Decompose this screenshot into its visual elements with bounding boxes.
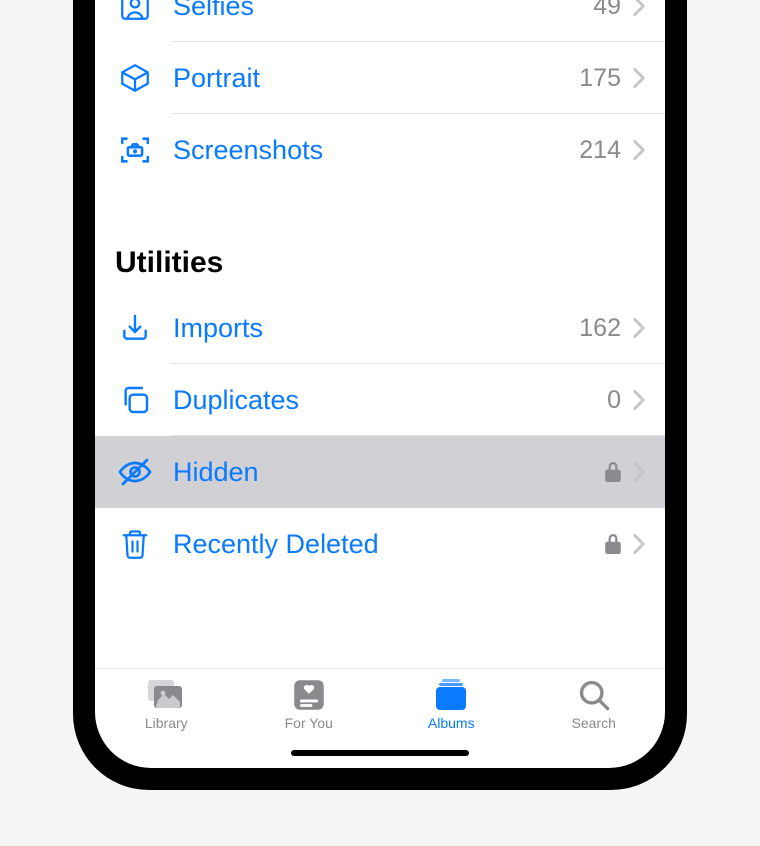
screen: Selfies 49 Portrait 175 — [95, 0, 665, 768]
tab-label: Search — [572, 715, 616, 731]
chevron-right-icon — [633, 68, 645, 88]
list-item-label: Portrait — [173, 63, 579, 94]
chevron-right-icon — [633, 0, 645, 16]
screenshots-icon — [115, 130, 155, 170]
list-item-selfies[interactable]: Selfies 49 — [95, 0, 665, 42]
list-item-count: 49 — [593, 0, 621, 21]
list-item-portrait[interactable]: Portrait 175 — [95, 42, 665, 114]
trash-icon — [115, 524, 155, 564]
library-icon — [146, 677, 186, 713]
tab-label: Library — [145, 715, 188, 731]
list-item-imports[interactable]: Imports 162 — [95, 292, 665, 364]
for-you-icon — [292, 677, 326, 713]
chevron-right-icon — [633, 318, 645, 338]
hidden-icon — [115, 452, 155, 492]
list-item-count: 162 — [579, 314, 621, 343]
chevron-right-icon — [633, 390, 645, 410]
tab-for-you[interactable]: For You — [259, 677, 359, 731]
home-indicator[interactable] — [291, 750, 469, 756]
lock-icon — [605, 462, 621, 482]
list-item-duplicates[interactable]: Duplicates 0 — [95, 364, 665, 436]
album-list: Selfies 49 Portrait 175 — [95, 0, 665, 668]
list-item-label: Hidden — [173, 457, 605, 488]
chevron-right-icon — [633, 462, 645, 482]
list-item-count: 175 — [579, 64, 621, 93]
list-item-count: 0 — [607, 386, 621, 415]
list-item-screenshots[interactable]: Screenshots 214 — [95, 114, 665, 186]
lock-icon — [605, 534, 621, 554]
search-icon — [577, 677, 611, 713]
tab-label: Albums — [428, 715, 475, 731]
imports-icon — [115, 308, 155, 348]
tab-label: For You — [285, 715, 333, 731]
list-item-hidden[interactable]: Hidden — [95, 436, 665, 508]
list-item-recently-deleted[interactable]: Recently Deleted — [95, 508, 665, 580]
tab-search[interactable]: Search — [544, 677, 644, 731]
tab-library[interactable]: Library — [116, 677, 216, 731]
duplicates-icon — [115, 380, 155, 420]
device-frame: Selfies 49 Portrait 175 — [73, 0, 687, 790]
list-item-label: Screenshots — [173, 135, 579, 166]
chevron-right-icon — [633, 140, 645, 160]
portrait-icon — [115, 58, 155, 98]
list-item-count: 214 — [579, 136, 621, 165]
list-item-label: Imports — [173, 313, 579, 344]
section-header-utilities: Utilities — [95, 216, 665, 292]
selfies-icon — [115, 0, 155, 26]
device-frame-inner: Selfies 49 Portrait 175 — [91, 0, 669, 772]
list-item-label: Selfies — [173, 0, 593, 22]
chevron-right-icon — [633, 534, 645, 554]
albums-icon — [433, 677, 469, 713]
tab-albums[interactable]: Albums — [401, 677, 501, 731]
tab-bar: Library For You Albums — [95, 668, 665, 768]
list-item-label: Duplicates — [173, 385, 607, 416]
list-item-label: Recently Deleted — [173, 529, 605, 560]
